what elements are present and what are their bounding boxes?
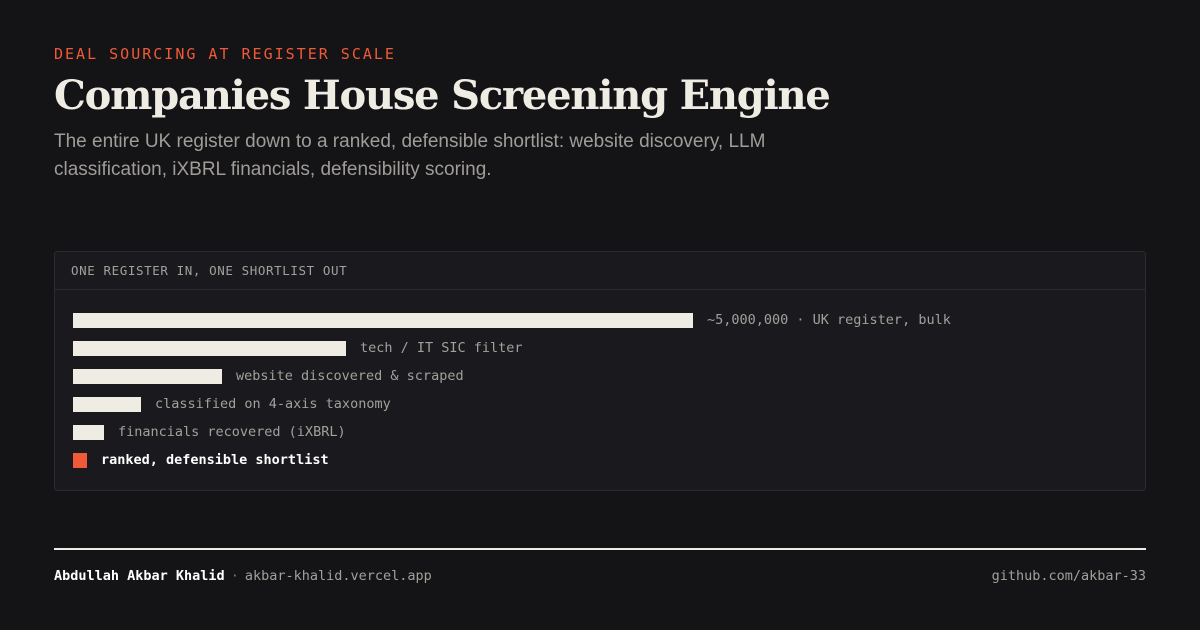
funnel-label: financials recovered (iXBRL) [118, 424, 346, 440]
funnel-label: classified on 4-axis taxonomy [155, 396, 391, 412]
author-name: Abdullah Akbar Khalid [54, 568, 225, 584]
page-subtitle: The entire UK register down to a ranked,… [54, 131, 766, 180]
footer-credits: Abdullah Akbar Khalid · akbar-khalid.verce… [54, 568, 432, 584]
panel-title: ONE REGISTER IN, ONE SHORTLIST OUT [55, 252, 1145, 290]
funnel-bar [73, 424, 104, 440]
funnel-row-shortlist: ranked, defensible shortlist [73, 446, 951, 474]
funnel-row-classified: classified on 4-axis taxonomy [73, 390, 951, 418]
funnel-row-financials: financials recovered (iXBRL) [73, 418, 951, 446]
funnel-bar [73, 396, 141, 412]
funnel-label: ~5,000,000 · UK register, bulk [707, 312, 951, 328]
funnel-row-sic-filter: tech / IT SIC filter [73, 334, 951, 362]
funnel-row-register: ~5,000,000 · UK register, bulk [73, 306, 951, 334]
website-link[interactable]: akbar-khalid.vercel.app [245, 568, 432, 584]
funnel-label-highlight: ranked, defensible shortlist [101, 452, 329, 468]
page-title: Companies House Screening Engine [54, 72, 831, 119]
funnel-bar [73, 312, 693, 328]
funnel-bar-highlight [73, 452, 87, 468]
funnel-bar [73, 340, 346, 356]
separator-dot: · [230, 568, 239, 584]
funnel-row-website: website discovered & scraped [73, 362, 951, 390]
eyebrow-label: DEAL SOURCING AT REGISTER SCALE [54, 45, 396, 63]
funnel-bar [73, 368, 222, 384]
funnel-label: tech / IT SIC filter [360, 340, 523, 356]
github-link[interactable]: github.com/akbar-33 [992, 568, 1146, 584]
footer-divider [54, 548, 1146, 550]
funnel-label: website discovered & scraped [236, 368, 464, 384]
funnel-panel: ONE REGISTER IN, ONE SHORTLIST OUT ~5,00… [54, 251, 1146, 491]
funnel-chart: ~5,000,000 · UK register, bulk tech / IT… [73, 306, 951, 474]
